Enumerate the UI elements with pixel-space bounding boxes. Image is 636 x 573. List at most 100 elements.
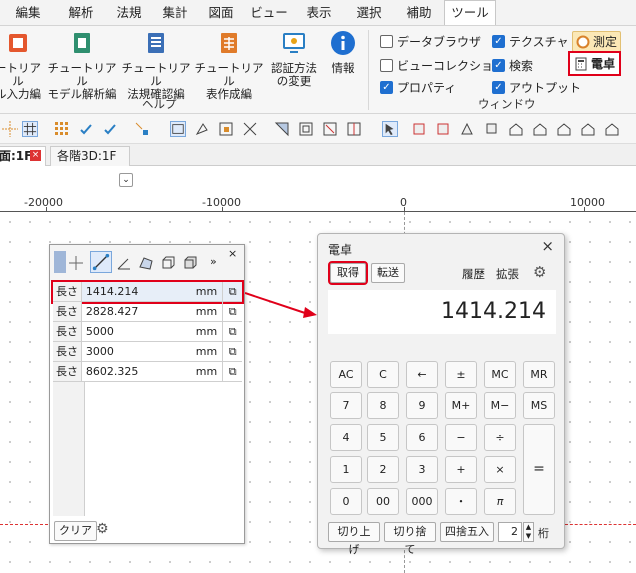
close-tab-icon[interactable]: × [30,150,41,161]
key-5[interactable]: 5 [367,424,399,451]
key-m-minus[interactable]: M− [484,392,516,419]
history-button[interactable]: 履歴 [462,266,485,282]
expand-button[interactable]: 拡張 [496,266,519,282]
transfer-button[interactable]: 転送 [371,263,405,283]
round-up-button[interactable]: 切り上げ [328,522,380,556]
area-icon[interactable] [138,255,154,271]
house-icon-4[interactable] [580,121,596,137]
key-ac[interactable]: AC [330,361,362,388]
copy-icon[interactable]: ⧉ [222,282,242,301]
tutorial-input-button[interactable]: ートリアル ル入力編 [0,30,44,101]
menu-display[interactable]: 表示 [294,1,344,25]
key-minus[interactable]: − [445,424,477,451]
menu-view[interactable]: ビュー [244,1,294,25]
grid-icon[interactable] [22,121,38,137]
menu-aggregate[interactable]: 集計 [152,1,198,25]
measure-row[interactable]: 長さ 8602.325 mm ⧉ [53,362,242,382]
copy-icon[interactable]: ⧉ [222,342,242,361]
close-icon[interactable]: × [541,237,554,255]
view-collection-checkbox[interactable]: ビューコレクション [380,57,505,74]
key-mc[interactable]: MC [484,361,516,388]
chevron-double-down-icon[interactable]: » [210,255,217,268]
model-select-icon[interactable] [412,121,428,137]
change-auth-method-button[interactable]: 認証方法 の変更 [266,30,322,88]
copy-icon[interactable]: ⧉ [222,362,242,381]
length-icon[interactable] [90,251,112,273]
crosshair-icon[interactable] [68,255,84,271]
copy-icon[interactable]: ⧉ [222,302,242,321]
key-c[interactable]: C [367,361,399,388]
get-button[interactable]: 取得 [328,261,368,285]
search-checkbox[interactable]: ✓ 検索 [492,57,533,74]
key-equals[interactable]: = [523,424,555,515]
panel-grip[interactable] [54,251,66,273]
snap-icon[interactable] [2,121,18,137]
key-pi[interactable]: π [484,488,516,515]
key-divide[interactable]: ÷ [484,424,516,451]
key-9[interactable]: 9 [406,392,438,419]
frame-icon[interactable] [298,121,314,137]
angle-icon[interactable] [116,255,132,271]
key-m-plus[interactable]: M+ [445,392,477,419]
copy-icon[interactable]: ⧉ [222,322,242,341]
key-ms[interactable]: MS [523,392,555,419]
measure-row[interactable]: 長さ 2828.427 mm ⧉ [53,302,242,322]
menu-edit[interactable]: 編集 [0,1,56,25]
model-select-icon-2[interactable] [436,121,452,137]
measure-row[interactable]: 長さ 5000 mm ⧉ [53,322,242,342]
key-7[interactable]: 7 [330,392,362,419]
key-2[interactable]: 2 [367,456,399,483]
output-checkbox[interactable]: ✓ アウトプット [492,79,581,96]
model-select-icon-3[interactable] [460,121,476,137]
data-browser-checkbox[interactable]: データブラウザ [380,33,481,50]
node-icon[interactable] [134,121,150,137]
calculator-button[interactable]: 電卓 [567,51,622,76]
round-half-button[interactable]: 四捨五入 [440,522,494,542]
gear-icon[interactable]: ⚙ [533,263,546,281]
key-4[interactable]: 4 [330,424,362,451]
window-select-icon[interactable] [170,121,186,137]
key-1[interactable]: 1 [330,456,362,483]
menu-drawing[interactable]: 図面 [198,1,244,25]
points-icon[interactable] [54,121,70,137]
key-8[interactable]: 8 [367,392,399,419]
chevron-down-icon[interactable]: ⌄ [119,173,133,187]
house-icon-5[interactable] [604,121,620,137]
menu-regulation[interactable]: 法規 [106,1,152,25]
menu-analysis[interactable]: 解析 [56,1,106,25]
menu-assist[interactable]: 補助 [394,1,444,25]
key-00[interactable]: 00 [367,488,399,515]
check-two-icon[interactable] [102,121,118,137]
clear-button[interactable]: クリア [54,521,97,541]
menu-select[interactable]: 選択 [344,1,394,25]
house-icon-2[interactable] [532,121,548,137]
check-one-icon[interactable] [78,121,94,137]
key-mr[interactable]: MR [523,361,555,388]
info-button[interactable]: 情報 [324,30,362,75]
tab-3d-view[interactable]: 各階3D:1F [50,146,130,166]
fence-icon[interactable] [242,121,258,137]
model-select-icon-4[interactable] [484,121,500,137]
solid-icon[interactable] [182,255,198,271]
gear-icon[interactable]: ⚙ [96,521,109,537]
key-0[interactable]: 0 [330,488,362,515]
tutorial-model-analysis-button[interactable]: チュートリアル モデル解析編 [44,30,120,101]
texture-checkbox[interactable]: ✓ テクスチャ [492,33,569,50]
key-multiply[interactable]: × [484,456,516,483]
key-plus[interactable]: + [445,456,477,483]
key-000[interactable]: 000 [406,488,438,515]
corner-icon[interactable] [274,121,290,137]
digits-stepper[interactable]: ▲ ▼ [523,522,534,542]
split-icon[interactable] [346,121,362,137]
round-down-button[interactable]: 切り捨て [384,522,436,556]
tutorial-table-button[interactable]: チュートリアル 表作成編 [192,30,266,101]
house-icon[interactable] [508,121,524,137]
key-backspace[interactable]: ← [406,361,438,388]
key-6[interactable]: 6 [406,424,438,451]
measure-button[interactable]: 測定 [572,31,622,52]
menu-tools[interactable]: ツール [444,0,496,25]
properties-checkbox[interactable]: ✓ プロパティ [380,79,456,96]
key-3[interactable]: 3 [406,456,438,483]
tutorial-regulation-button[interactable]: チュートリアル 法規確認編 [120,30,192,101]
cursor-select-icon[interactable] [382,121,398,137]
